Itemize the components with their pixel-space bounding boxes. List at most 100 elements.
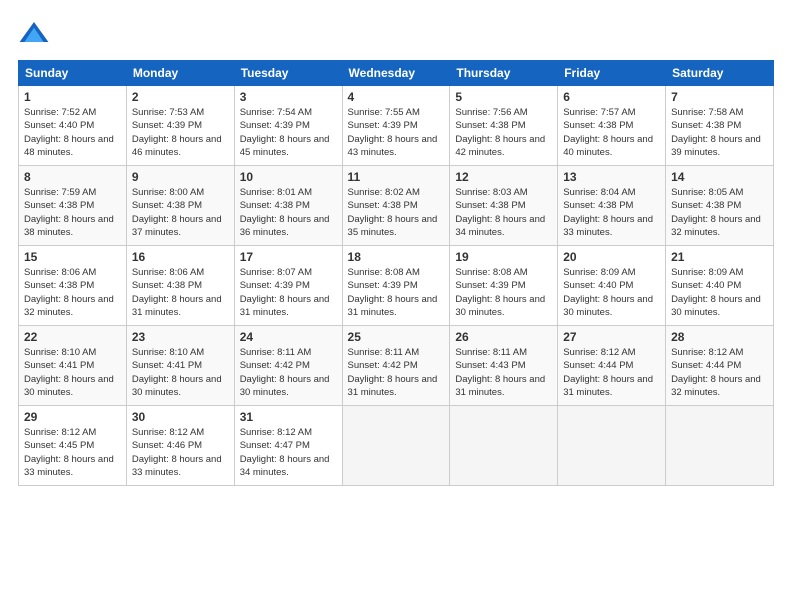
day-info: Sunrise: 8:09 AMSunset: 4:40 PMDaylight:… xyxy=(563,266,660,319)
day-number: 13 xyxy=(563,170,660,184)
calendar-cell: 10 Sunrise: 8:01 AMSunset: 4:38 PMDayligh… xyxy=(234,166,342,246)
day-number: 23 xyxy=(132,330,229,344)
weekday-header-row: SundayMondayTuesdayWednesdayThursdayFrid… xyxy=(19,61,774,86)
day-info: Sunrise: 8:07 AMSunset: 4:39 PMDaylight:… xyxy=(240,266,337,319)
day-number: 7 xyxy=(671,90,768,104)
day-info: Sunrise: 7:57 AMSunset: 4:38 PMDaylight:… xyxy=(563,106,660,159)
calendar-cell: 28 Sunrise: 8:12 AMSunset: 4:44 PMDayligh… xyxy=(666,326,774,406)
calendar-week-row: 8 Sunrise: 7:59 AMSunset: 4:38 PMDaylight… xyxy=(19,166,774,246)
calendar-cell: 27Sunrise: 8:12 AMSunset: 4:44 PMDayligh… xyxy=(558,326,666,406)
calendar-cell: 16 Sunrise: 8:06 AMSunset: 4:38 PMDayligh… xyxy=(126,246,234,326)
weekday-header-cell: Saturday xyxy=(666,61,774,86)
calendar-cell: 21Sunrise: 8:09 AMSunset: 4:40 PMDayligh… xyxy=(666,246,774,326)
day-info: Sunrise: 8:12 AMSunset: 4:44 PMDaylight:… xyxy=(671,346,768,399)
calendar-cell: 14 Sunrise: 8:05 AMSunset: 4:38 PMDayligh… xyxy=(666,166,774,246)
day-info: Sunrise: 7:56 AMSunset: 4:38 PMDaylight:… xyxy=(455,106,552,159)
day-info: Sunrise: 8:12 AMSunset: 4:45 PMDaylight:… xyxy=(24,426,121,479)
day-number: 6 xyxy=(563,90,660,104)
calendar-week-row: 29 Sunrise: 8:12 AMSunset: 4:45 PMDayligh… xyxy=(19,406,774,486)
day-number: 10 xyxy=(240,170,337,184)
day-info: Sunrise: 8:04 AMSunset: 4:38 PMDaylight:… xyxy=(563,186,660,239)
calendar-week-row: 22 Sunrise: 8:10 AMSunset: 4:41 PMDayligh… xyxy=(19,326,774,406)
day-number: 29 xyxy=(24,410,121,424)
day-info: Sunrise: 8:11 AMSunset: 4:42 PMDaylight:… xyxy=(348,346,445,399)
day-info: Sunrise: 8:06 AMSunset: 4:38 PMDaylight:… xyxy=(24,266,121,319)
calendar-cell: 23 Sunrise: 8:10 AMSunset: 4:41 PMDayligh… xyxy=(126,326,234,406)
weekday-header-cell: Friday xyxy=(558,61,666,86)
calendar-cell: 7 Sunrise: 7:58 AMSunset: 4:38 PMDaylight… xyxy=(666,86,774,166)
calendar-cell: 20 Sunrise: 8:09 AMSunset: 4:40 PMDayligh… xyxy=(558,246,666,326)
day-number: 14 xyxy=(671,170,768,184)
calendar-cell xyxy=(666,406,774,486)
calendar-cell: 11Sunrise: 8:02 AMSunset: 4:38 PMDayligh… xyxy=(342,166,450,246)
day-info: Sunrise: 8:01 AMSunset: 4:38 PMDaylight:… xyxy=(240,186,337,239)
calendar-cell: 29 Sunrise: 8:12 AMSunset: 4:45 PMDayligh… xyxy=(19,406,127,486)
calendar-week-row: 1 Sunrise: 7:52 AMSunset: 4:40 PMDaylight… xyxy=(19,86,774,166)
calendar-cell: 8 Sunrise: 7:59 AMSunset: 4:38 PMDaylight… xyxy=(19,166,127,246)
calendar-cell: 18 Sunrise: 8:08 AMSunset: 4:39 PMDayligh… xyxy=(342,246,450,326)
day-number: 3 xyxy=(240,90,337,104)
calendar-cell: 26 Sunrise: 8:11 AMSunset: 4:43 PMDayligh… xyxy=(450,326,558,406)
weekday-header-cell: Tuesday xyxy=(234,61,342,86)
weekday-header-cell: Monday xyxy=(126,61,234,86)
calendar-cell xyxy=(342,406,450,486)
calendar-cell: 13 Sunrise: 8:04 AMSunset: 4:38 PMDayligh… xyxy=(558,166,666,246)
day-number: 9 xyxy=(132,170,229,184)
day-info: Sunrise: 7:53 AMSunset: 4:39 PMDaylight:… xyxy=(132,106,229,159)
calendar-cell: 22 Sunrise: 8:10 AMSunset: 4:41 PMDayligh… xyxy=(19,326,127,406)
day-info: Sunrise: 7:55 AMSunset: 4:39 PMDaylight:… xyxy=(348,106,445,159)
day-number: 22 xyxy=(24,330,121,344)
calendar-cell: 30Sunrise: 8:12 AMSunset: 4:46 PMDayligh… xyxy=(126,406,234,486)
day-number: 25 xyxy=(348,330,445,344)
calendar-week-row: 15 Sunrise: 8:06 AMSunset: 4:38 PMDayligh… xyxy=(19,246,774,326)
calendar-cell: 24 Sunrise: 8:11 AMSunset: 4:42 PMDayligh… xyxy=(234,326,342,406)
day-info: Sunrise: 8:10 AMSunset: 4:41 PMDaylight:… xyxy=(24,346,121,399)
day-info: Sunrise: 8:11 AMSunset: 4:42 PMDaylight:… xyxy=(240,346,337,399)
day-number: 19 xyxy=(455,250,552,264)
calendar-cell xyxy=(558,406,666,486)
day-number: 8 xyxy=(24,170,121,184)
weekday-header-cell: Sunday xyxy=(19,61,127,86)
day-info: Sunrise: 8:08 AMSunset: 4:39 PMDaylight:… xyxy=(348,266,445,319)
calendar-cell: 5 Sunrise: 7:56 AMSunset: 4:38 PMDaylight… xyxy=(450,86,558,166)
day-info: Sunrise: 7:58 AMSunset: 4:38 PMDaylight:… xyxy=(671,106,768,159)
day-number: 4 xyxy=(348,90,445,104)
day-number: 5 xyxy=(455,90,552,104)
day-number: 27 xyxy=(563,330,660,344)
day-info: Sunrise: 8:06 AMSunset: 4:38 PMDaylight:… xyxy=(132,266,229,319)
calendar-cell xyxy=(450,406,558,486)
day-info: Sunrise: 8:00 AMSunset: 4:38 PMDaylight:… xyxy=(132,186,229,239)
calendar-cell: 6 Sunrise: 7:57 AMSunset: 4:38 PMDaylight… xyxy=(558,86,666,166)
calendar-cell: 9 Sunrise: 8:00 AMSunset: 4:38 PMDaylight… xyxy=(126,166,234,246)
day-info: Sunrise: 8:02 AMSunset: 4:38 PMDaylight:… xyxy=(348,186,445,239)
day-info: Sunrise: 8:09 AMSunset: 4:40 PMDaylight:… xyxy=(671,266,768,319)
calendar-cell: 1 Sunrise: 7:52 AMSunset: 4:40 PMDaylight… xyxy=(19,86,127,166)
page: SundayMondayTuesdayWednesdayThursdayFrid… xyxy=(0,0,792,612)
day-info: Sunrise: 8:05 AMSunset: 4:38 PMDaylight:… xyxy=(671,186,768,239)
day-number: 20 xyxy=(563,250,660,264)
day-number: 24 xyxy=(240,330,337,344)
day-number: 26 xyxy=(455,330,552,344)
weekday-header-cell: Wednesday xyxy=(342,61,450,86)
day-number: 28 xyxy=(671,330,768,344)
day-number: 12 xyxy=(455,170,552,184)
day-number: 18 xyxy=(348,250,445,264)
day-info: Sunrise: 7:52 AMSunset: 4:40 PMDaylight:… xyxy=(24,106,121,159)
day-number: 31 xyxy=(240,410,337,424)
calendar-cell: 12 Sunrise: 8:03 AMSunset: 4:38 PMDayligh… xyxy=(450,166,558,246)
day-info: Sunrise: 8:03 AMSunset: 4:38 PMDaylight:… xyxy=(455,186,552,239)
day-number: 15 xyxy=(24,250,121,264)
day-info: Sunrise: 7:59 AMSunset: 4:38 PMDaylight:… xyxy=(24,186,121,239)
calendar-cell: 15 Sunrise: 8:06 AMSunset: 4:38 PMDayligh… xyxy=(19,246,127,326)
day-number: 16 xyxy=(132,250,229,264)
calendar-cell: 19 Sunrise: 8:08 AMSunset: 4:39 PMDayligh… xyxy=(450,246,558,326)
day-number: 30 xyxy=(132,410,229,424)
day-info: Sunrise: 8:11 AMSunset: 4:43 PMDaylight:… xyxy=(455,346,552,399)
calendar: SundayMondayTuesdayWednesdayThursdayFrid… xyxy=(18,60,774,486)
day-number: 1 xyxy=(24,90,121,104)
calendar-cell: 25 Sunrise: 8:11 AMSunset: 4:42 PMDayligh… xyxy=(342,326,450,406)
calendar-cell: 31Sunrise: 8:12 AMSunset: 4:47 PMDayligh… xyxy=(234,406,342,486)
day-info: Sunrise: 8:08 AMSunset: 4:39 PMDaylight:… xyxy=(455,266,552,319)
calendar-cell: 4 Sunrise: 7:55 AMSunset: 4:39 PMDaylight… xyxy=(342,86,450,166)
day-info: Sunrise: 8:10 AMSunset: 4:41 PMDaylight:… xyxy=(132,346,229,399)
